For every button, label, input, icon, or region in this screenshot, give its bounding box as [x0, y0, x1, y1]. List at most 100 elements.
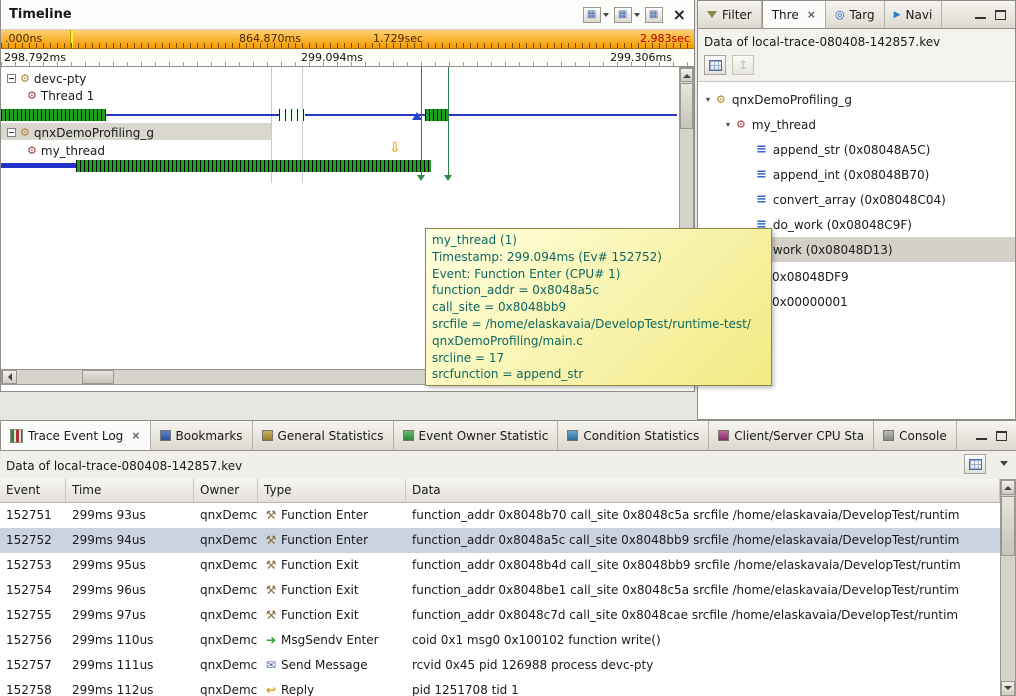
grid-toggle-icon[interactable] [645, 7, 663, 23]
scrollbar-thumb[interactable] [82, 370, 114, 384]
grid-icon [709, 60, 722, 71]
tree-item-label: 0x08048DF9 [772, 270, 849, 284]
scroll-up-button[interactable] [680, 68, 693, 82]
maximize-icon[interactable] [995, 10, 1006, 20]
view-menu-icon[interactable] [1000, 461, 1008, 466]
console-icon [883, 430, 894, 441]
table-row-selected[interactable]: 152752299ms 94usqnxDemcFunction Enterfun… [0, 528, 1000, 553]
log-data-source-label: Data of local-trace-080408-142857.kev [6, 459, 242, 473]
close-icon[interactable] [807, 8, 816, 21]
table-row[interactable]: 152758299ms 112usqnxDemcReplypid 1251708… [0, 678, 1000, 696]
tree-item-function[interactable]: convert_array (0x08048C04) [698, 187, 1015, 212]
tree-item-label: qnxDemoProfiling_g [732, 93, 852, 107]
tooltip-line: my_thread (1) [432, 232, 765, 249]
dropdown-arrow-icon[interactable] [634, 13, 640, 17]
timeline-row-my-thread[interactable]: my_thread [27, 143, 105, 158]
tab-general-statistics[interactable]: General Statistics [253, 421, 394, 450]
table-row[interactable]: 152756299ms 110usqnxDemcMsgSendv Enterco… [0, 628, 1000, 653]
tooltip-line: srcfunction = append_str [432, 366, 765, 383]
function-enter-icon [264, 528, 278, 553]
macro-time-ruler[interactable]: .000ns 864.870ms 1.729sec 2.983sec [1, 30, 694, 49]
row-label: my_thread [41, 144, 105, 158]
tree-item-function[interactable]: append_int (0x08048B70) [698, 162, 1015, 187]
export-button[interactable] [732, 55, 754, 75]
timeline-row-process-devc-pty[interactable]: devc-pty [7, 71, 86, 86]
scrollbar-thumb[interactable] [680, 83, 693, 129]
dropdown-arrow-icon[interactable] [603, 13, 609, 17]
column-header-owner[interactable]: Owner [194, 479, 258, 502]
maximize-icon[interactable] [996, 431, 1007, 441]
tab-target[interactable]: Targ [826, 1, 885, 28]
tab-label: Trace Event Log [28, 429, 123, 443]
row-label: Thread 1 [41, 89, 94, 103]
thread1-activity-bar[interactable] [425, 109, 449, 121]
tree-item-label: 0x00000001 [772, 295, 848, 309]
table-row[interactable]: 152755299ms 97usqnxDemcFunction Exitfunc… [0, 603, 1000, 628]
table-view-button[interactable] [704, 55, 726, 75]
tab-condition-statistics[interactable]: Condition Statistics [558, 421, 709, 450]
collapse-icon[interactable] [7, 128, 16, 137]
tab-label: Navi [906, 8, 933, 22]
minimize-icon[interactable] [976, 431, 987, 440]
table-settings-button[interactable] [964, 454, 986, 474]
scroll-left-button[interactable] [2, 370, 17, 384]
timeline-row-process-qnxdemoprofiling[interactable]: qnxDemoProfiling_g [7, 125, 154, 140]
up-arrow-icon [738, 58, 748, 72]
table-row[interactable]: 152753299ms 95usqnxDemcFunction Exitfunc… [0, 553, 1000, 578]
process-icon [20, 73, 30, 84]
tree-item-thread[interactable]: my_thread [698, 112, 1015, 137]
column-header-type[interactable]: Type [258, 479, 406, 502]
filter-icon [707, 11, 717, 18]
display-settings-icon[interactable] [583, 7, 601, 23]
ruler-ticks [1, 62, 694, 66]
timeline-row-thread-1[interactable]: Thread 1 [27, 88, 94, 103]
table-row[interactable]: 152757299ms 111usqnxDemcSend Messagercvi… [0, 653, 1000, 678]
tab-label: Console [899, 429, 947, 443]
scroll-up-button[interactable] [1001, 480, 1015, 495]
tooltip-line: call_site = 0x8048bb9 [432, 299, 765, 316]
cpu-statistics-icon [718, 430, 729, 441]
scroll-down-button[interactable] [1001, 681, 1015, 696]
chevron-down-icon[interactable] [726, 120, 730, 129]
table-row[interactable]: 152751299ms 93usqnxDemcFunction Enterfun… [0, 503, 1000, 528]
thread-icon [27, 145, 37, 156]
tab-filter[interactable]: Filter [698, 1, 762, 28]
pane-layout-icon[interactable] [614, 7, 632, 23]
tab-label: Client/Server CPU Sta [734, 429, 864, 443]
column-header-event[interactable]: Event [0, 479, 66, 502]
bookmarks-icon [160, 430, 171, 441]
tab-label: General Statistics [278, 429, 384, 443]
close-icon[interactable] [131, 429, 140, 442]
tab-client-server-cpu[interactable]: Client/Server CPU Sta [709, 421, 874, 450]
collapse-icon[interactable] [7, 74, 16, 83]
row-label: devc-pty [34, 72, 86, 86]
micro-time-ruler[interactable]: 298.792ms 299.094ms 299.306ms [1, 49, 694, 67]
tree-item-process[interactable]: qnxDemoProfiling_g [698, 87, 1015, 112]
tab-event-owner-statistic[interactable]: Event Owner Statistic [394, 421, 559, 450]
minimize-icon[interactable] [975, 10, 986, 19]
tab-label: Condition Statistics [583, 429, 699, 443]
scrollbar-thumb[interactable] [1001, 496, 1015, 556]
tree-item-function[interactable]: append_str (0x08048A5C) [698, 137, 1015, 162]
thread1-activity-bar[interactable] [279, 109, 305, 121]
function-enter-icon [264, 503, 278, 528]
timeline-header: Timeline [1, 0, 694, 30]
tab-threads[interactable]: Thre [762, 1, 826, 28]
column-header-data[interactable]: Data [406, 479, 1000, 502]
tab-trace-event-log[interactable]: Trace Event Log [0, 421, 151, 450]
thread1-activity-bar[interactable] [1, 109, 106, 121]
row-label: qnxDemoProfiling_g [34, 126, 154, 140]
table-vertical-scrollbar[interactable] [1000, 479, 1016, 696]
table-row[interactable]: 152754299ms 96usqnxDemcFunction Exitfunc… [0, 578, 1000, 603]
trace-log-icon [10, 429, 23, 443]
mythread-activity-bar[interactable] [76, 160, 431, 172]
chevron-down-icon[interactable] [706, 95, 710, 104]
function-icon [756, 143, 767, 156]
close-icon[interactable] [673, 5, 686, 24]
trace-event-log-panel: Trace Event Log Bookmarks General Statis… [0, 420, 1016, 696]
column-header-time[interactable]: Time [66, 479, 194, 502]
tab-navigator[interactable]: Navi [885, 1, 943, 28]
tab-console[interactable]: Console [874, 421, 957, 450]
tab-bookmarks[interactable]: Bookmarks [151, 421, 253, 450]
event-marker-line [421, 67, 422, 177]
